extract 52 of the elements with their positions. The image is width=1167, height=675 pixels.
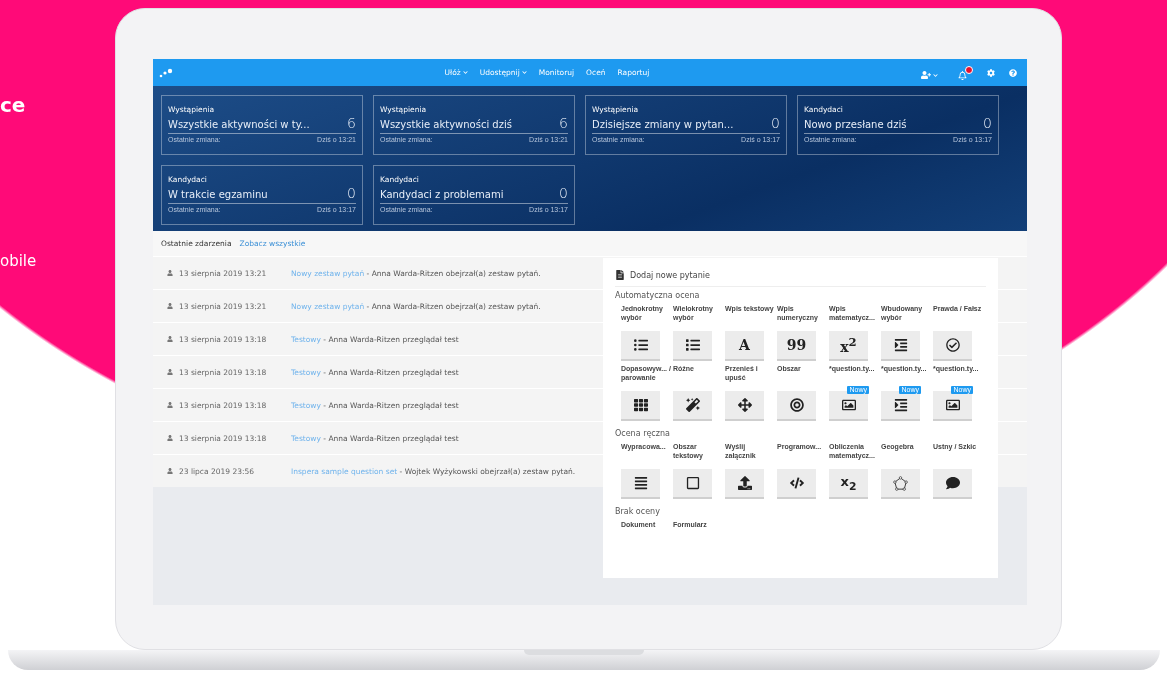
card-title: Kandydaci z problemami bbox=[380, 189, 504, 200]
card-title: Nowo przesłane dziś bbox=[804, 119, 907, 130]
card-count: 0 bbox=[559, 185, 568, 201]
polygon-icon bbox=[893, 475, 908, 491]
help-icon[interactable] bbox=[1009, 68, 1017, 77]
user-icon bbox=[167, 336, 173, 342]
lines-icon bbox=[633, 476, 648, 490]
grid-icon bbox=[633, 398, 648, 412]
wand-icon bbox=[685, 398, 700, 412]
card-count: 6 bbox=[559, 115, 568, 131]
user-icon bbox=[167, 270, 173, 276]
section-title: Automatyczna ocena bbox=[615, 291, 700, 300]
card-title: Wszystkie aktywności w ty... bbox=[168, 119, 310, 130]
card-title: Dzisiejsze zmiany w pytan... bbox=[592, 119, 734, 130]
card-count: 6 bbox=[347, 115, 356, 131]
user-plus-icon bbox=[921, 70, 931, 80]
chevron-down-icon bbox=[933, 72, 938, 78]
glyph-icon: x$^{2}$ bbox=[840, 335, 857, 355]
user-icon bbox=[167, 369, 173, 375]
card-count: 0 bbox=[347, 185, 356, 201]
settings-icon[interactable] bbox=[987, 68, 995, 77]
panel-title: Dodaj nowe pytanie bbox=[630, 270, 710, 280]
user-icon bbox=[167, 435, 173, 441]
user-icon bbox=[167, 468, 173, 474]
glyph-icon: A bbox=[739, 337, 750, 353]
glyph-icon: x$_{2}$ bbox=[840, 473, 857, 493]
user-icon bbox=[167, 303, 173, 309]
section-title: Ocena ręczna bbox=[615, 429, 670, 438]
document-icon bbox=[615, 270, 625, 280]
glyph-icon: 99 bbox=[786, 337, 807, 353]
tagline-text: obile bbox=[0, 252, 37, 270]
card-count: 0 bbox=[771, 115, 780, 131]
upload-icon bbox=[737, 476, 752, 490]
list-icon bbox=[633, 338, 648, 352]
indent-icon bbox=[893, 398, 908, 412]
list-icon bbox=[685, 338, 700, 352]
notification-button[interactable] bbox=[958, 65, 973, 80]
target-icon bbox=[789, 398, 804, 412]
bell-icon bbox=[958, 70, 967, 80]
section-title: Brak oceny bbox=[615, 507, 660, 516]
image-icon bbox=[945, 398, 960, 412]
image-icon bbox=[841, 398, 856, 412]
logo-icon bbox=[159, 67, 173, 78]
code-icon bbox=[789, 476, 804, 490]
speech-bubble-icon bbox=[945, 476, 960, 490]
indent-icon bbox=[893, 338, 908, 352]
card-title: Wszystkie aktywności dziś bbox=[380, 119, 512, 130]
headline-text: ce bbox=[0, 93, 26, 117]
move-arrows-icon bbox=[737, 398, 752, 412]
card-count: 0 bbox=[983, 115, 992, 131]
card-title: W trakcie egzaminu bbox=[168, 189, 268, 200]
user-icon bbox=[167, 402, 173, 408]
